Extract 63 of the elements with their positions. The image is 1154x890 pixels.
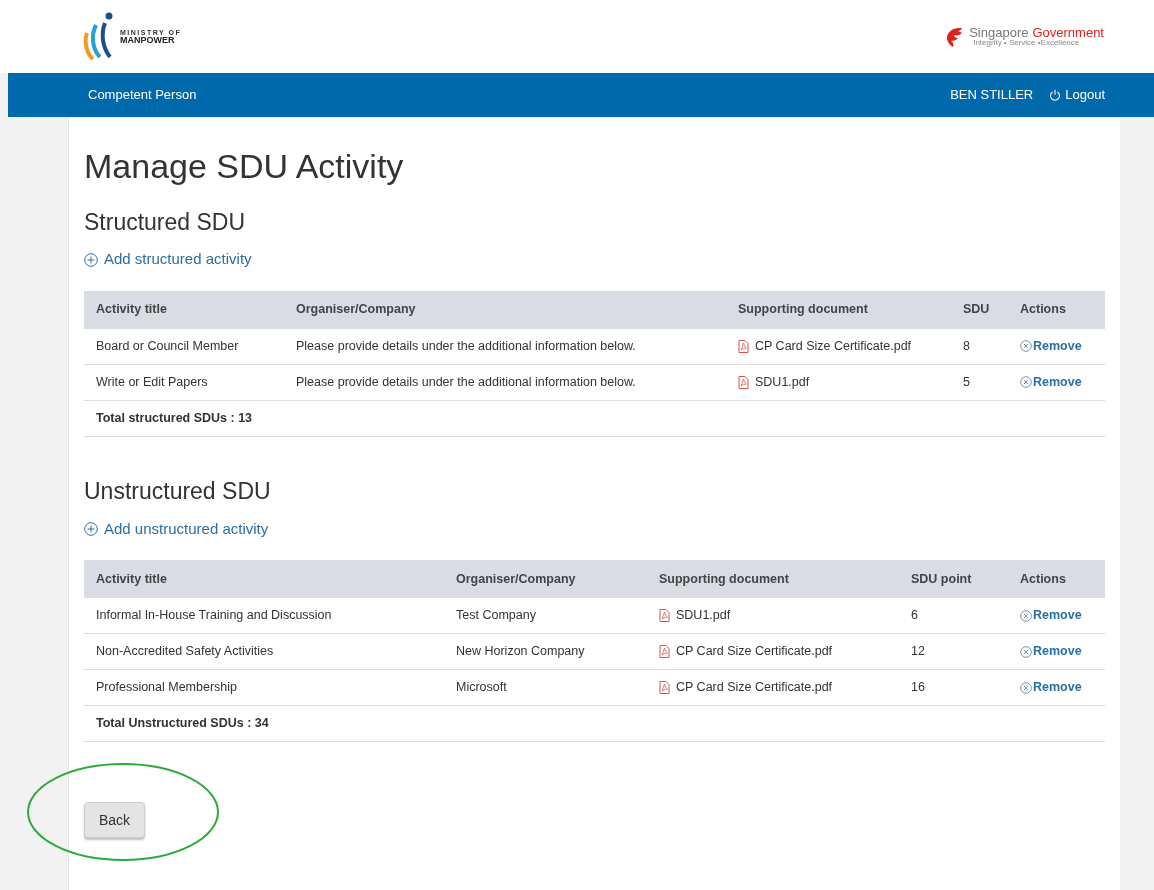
column-header: Actions — [1020, 571, 1066, 586]
back-button[interactable]: Back — [84, 802, 146, 838]
table-cell: 5 — [963, 374, 970, 389]
column-header: Activity title — [96, 302, 167, 317]
table-cell: Microsoft — [456, 680, 507, 695]
column-header: SDU point — [911, 571, 972, 586]
table-cell: 8 — [963, 338, 970, 353]
document-link[interactable]: SDU1.pdf — [676, 606, 731, 625]
column-header: SDU — [963, 302, 990, 317]
document-link[interactable]: CP Card Size Certificate.pdf — [676, 678, 833, 697]
remove-link[interactable]: Remove — [1020, 678, 1082, 697]
column-header: Activity title — [96, 571, 167, 586]
remove-link[interactable]: Remove — [1020, 606, 1082, 625]
table-cell: Please provide details under the additional information below. — [296, 374, 636, 389]
add-activity-link[interactable]: Add unstructured activity — [84, 517, 269, 540]
add-icon — [84, 521, 98, 536]
total-label: Total structured SDUs : 13 — [96, 409, 253, 427]
logout-link[interactable]: Logout — [1049, 85, 1105, 105]
column-header: Organiser/Company — [296, 302, 416, 317]
column-header: Actions — [1020, 302, 1066, 317]
table-cell: Write or Edit Papers — [96, 374, 208, 389]
table-cell: Test Company — [456, 608, 536, 623]
page-title: Manage SDU Activity — [84, 146, 405, 187]
logo-text: Government — [1032, 26, 1104, 39]
remove-link[interactable]: Remove — [1020, 372, 1082, 392]
table-cell: Board or Council Member — [96, 338, 239, 353]
logo-text: MANPOWER — [120, 35, 175, 45]
pdf-icon — [738, 339, 749, 353]
document-link[interactable]: SDU1.pdf — [755, 372, 810, 392]
logo-text: Singapore — [969, 26, 1029, 39]
logo-tagline: Integrity • Service •Excellence — [973, 39, 1081, 47]
add-icon — [84, 252, 98, 267]
pdf-icon — [738, 375, 749, 389]
column-header: Supporting document — [738, 302, 868, 317]
table-cell: 12 — [911, 644, 925, 659]
table-cell: Professional Membership — [96, 680, 238, 695]
remove-icon — [1020, 609, 1032, 622]
table-cell: New Horizon Company — [456, 644, 585, 659]
pdf-icon — [659, 609, 670, 622]
table-cell: Informal In-House Training and Discussion — [96, 608, 332, 623]
remove-icon — [1020, 645, 1032, 658]
user-name: BEN STILLER — [950, 86, 1034, 105]
pdf-icon — [659, 645, 670, 658]
table-cell: 6 — [911, 608, 918, 623]
pdf-icon — [659, 681, 670, 694]
section-heading: Structured SDU — [84, 207, 247, 237]
power-icon — [1049, 89, 1062, 101]
table-cell: Please provide details under the additional information below. — [296, 338, 636, 353]
table-cell: 16 — [911, 680, 925, 695]
document-link[interactable]: CP Card Size Certificate.pdf — [755, 336, 912, 356]
section-heading: Unstructured SDU — [84, 476, 272, 506]
remove-icon — [1020, 681, 1032, 694]
remove-icon — [1020, 376, 1032, 389]
remove-icon — [1020, 340, 1032, 353]
column-header: Organiser/Company — [456, 571, 576, 586]
total-label: Total Unstructured SDUs : 34 — [96, 715, 269, 733]
column-header: Supporting document — [659, 571, 789, 586]
remove-link[interactable]: Remove — [1020, 642, 1082, 661]
table-cell: Non-Accredited Safety Activities — [96, 644, 274, 659]
add-activity-link[interactable]: Add structured activity — [84, 248, 252, 271]
document-link[interactable]: CP Card Size Certificate.pdf — [676, 642, 833, 661]
remove-link[interactable]: Remove — [1020, 336, 1082, 356]
nav-title: Competent Person — [88, 86, 197, 105]
